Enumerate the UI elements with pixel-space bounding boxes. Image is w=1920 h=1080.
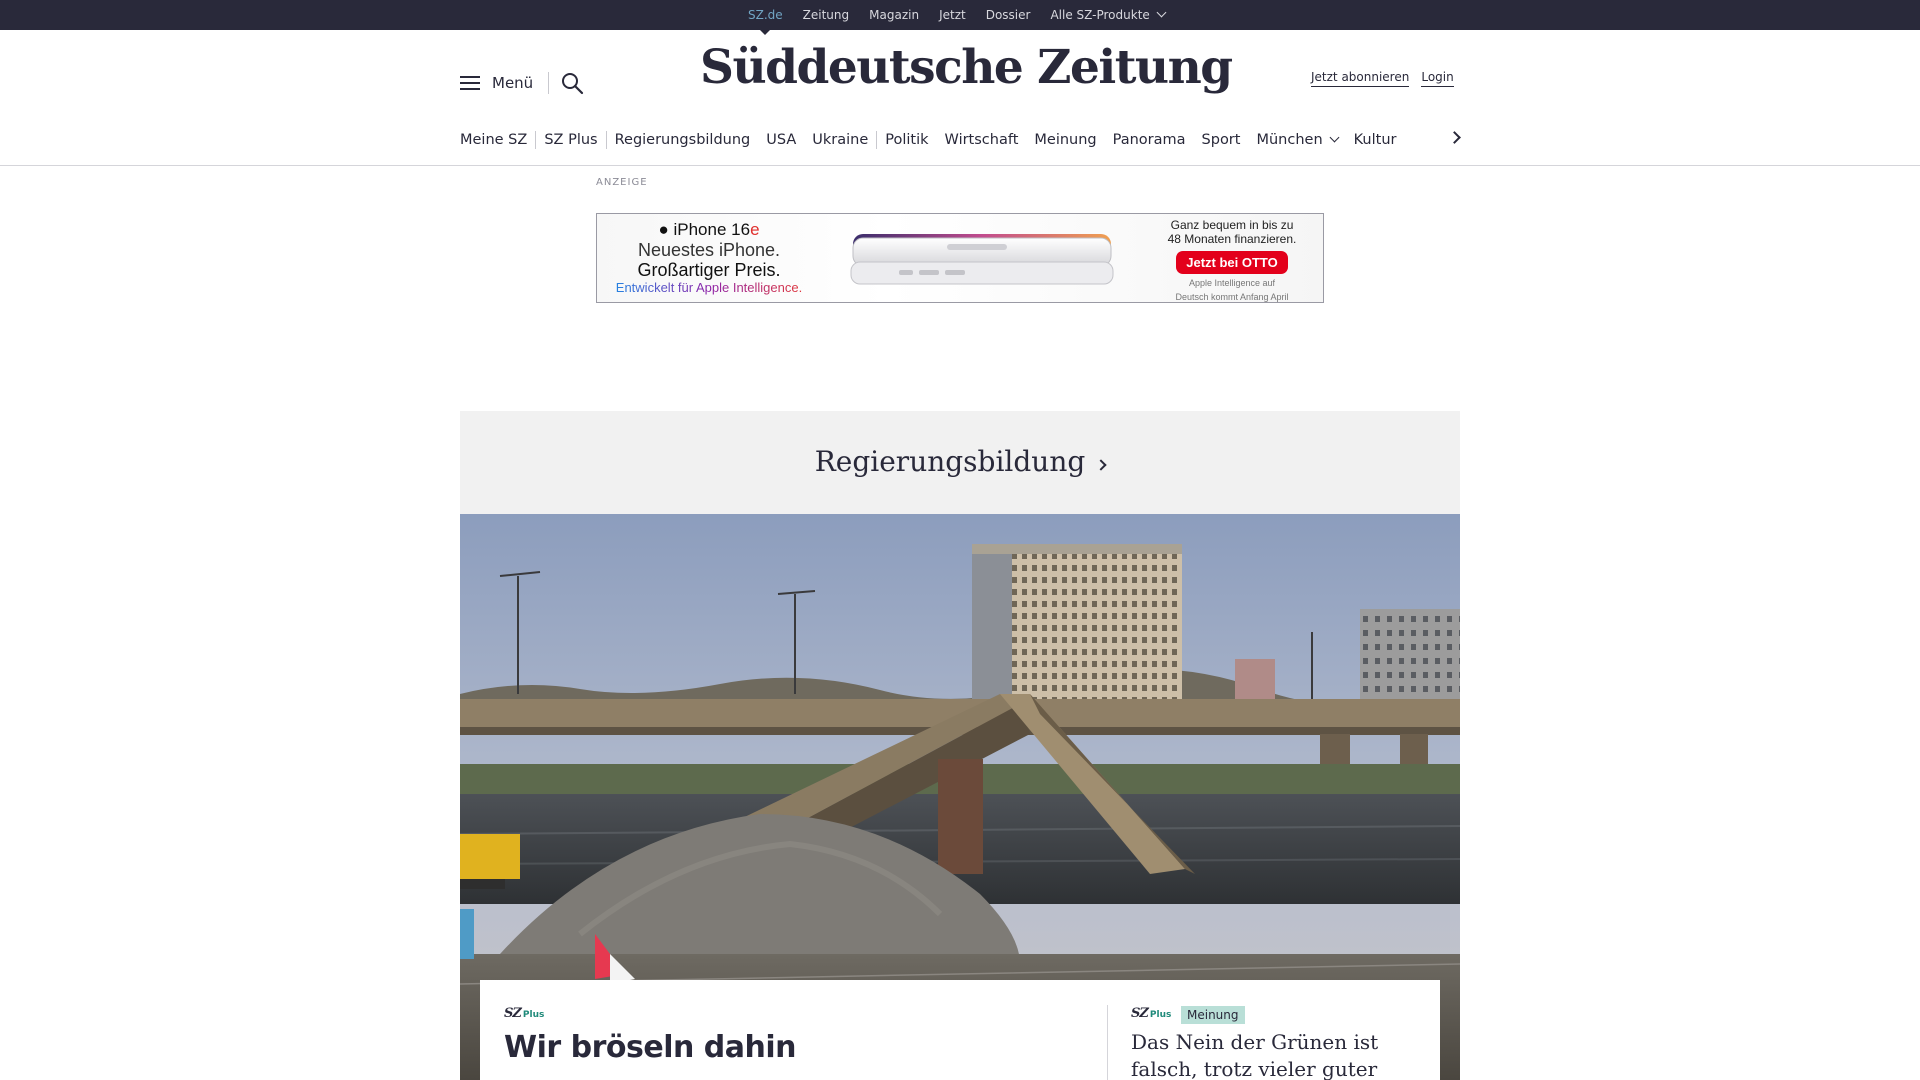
ad-finance-1: Ganz bequem in bis zu <box>1170 218 1294 232</box>
sz-plus-logo-plus: Plus <box>1149 1010 1172 1020</box>
nav-item-panorama[interactable]: Panorama <box>1113 132 1186 148</box>
nav-item-meine-sz[interactable]: Meine SZ <box>460 132 527 148</box>
ad-note-1: Apple Intelligence auf <box>1188 278 1276 288</box>
apple-logo-icon: ● <box>658 220 669 239</box>
nav-item-sz-plus[interactable]: SZ Plus <box>544 132 597 148</box>
nav-item-muenchen[interactable]: München <box>1256 132 1340 148</box>
search-icon[interactable] <box>560 71 584 95</box>
teaser-divider <box>1107 1005 1108 1080</box>
nav-divider-line <box>0 165 1920 166</box>
ad-product-suffix: e <box>750 220 760 239</box>
nav-divider <box>535 131 537 149</box>
main-navigation: Meine SZ SZ Plus Regierungsbildung USA U… <box>460 128 1396 152</box>
chevron-down-icon <box>1329 132 1340 142</box>
nav-divider <box>876 131 878 149</box>
top-bar: SZ.de Zeitung Magazin Jetzt Dossier Alle… <box>0 0 1920 35</box>
sz-plus-logo: SZ Plus <box>504 1006 544 1021</box>
ad-line-2: Großartiger Preis. <box>637 260 781 280</box>
sz-plus-logo-plus: Plus <box>522 1010 545 1020</box>
nav-item-regierungsbildung[interactable]: Regierungsbildung <box>615 132 751 148</box>
ad-product-name: ● iPhone 16e <box>609 220 809 240</box>
sz-plus-logo: SZ Plus <box>1131 1006 1171 1021</box>
nav-item-meinung[interactable]: Meinung <box>1034 132 1096 148</box>
topbar-link-zeitung[interactable]: Zeitung <box>803 8 849 22</box>
ad-line-3: Entwickelt für Apple Intelligence. <box>609 280 809 295</box>
account-links: Jetzt abonnieren Login <box>1311 70 1454 87</box>
topbar-link-dossier[interactable]: Dossier <box>986 8 1031 22</box>
sz-plus-logo-sz: SZ <box>504 1006 522 1021</box>
nav-item-sport[interactable]: Sport <box>1202 132 1241 148</box>
menu-label: Menü <box>492 74 534 92</box>
ad-line-1: Neuestes iPhone. <box>637 240 781 260</box>
topbar-link-all-products[interactable]: Alle SZ-Produkte <box>1050 7 1167 22</box>
teaser-side-headline[interactable]: Das Nein der Grünen ist falsch, trotz vi… <box>1131 1029 1431 1080</box>
chevron-right-icon <box>1095 459 1107 471</box>
nav-item-muenchen-label: München <box>1256 132 1323 148</box>
topic-header[interactable]: Regierungsbildung <box>460 411 1460 514</box>
phone-image <box>850 234 1114 285</box>
ad-cta-button[interactable]: Jetzt bei OTTO <box>1176 251 1288 274</box>
subscribe-link[interactable]: Jetzt abonnieren <box>1311 70 1410 87</box>
topic-title-row: Regierungsbildung <box>460 445 1460 478</box>
nav-divider <box>605 131 607 149</box>
topbar-link-jetzt[interactable]: Jetzt <box>939 8 966 22</box>
nav-item-ukraine[interactable]: Ukraine <box>812 132 868 148</box>
nav-item-wirtschaft[interactable]: Wirtschaft <box>945 132 1019 148</box>
ad-finance-2: 48 Monaten finanzieren. <box>1167 232 1297 246</box>
ad-banner[interactable]: ● iPhone 16e Neuestes iPhone. Großartige… <box>596 213 1324 303</box>
ad-label: ANZEIGE <box>596 177 648 188</box>
ad-finance-block: Ganz bequem in bis zu 48 Monaten finanzi… <box>1157 218 1307 302</box>
nav-item-usa[interactable]: USA <box>766 132 796 148</box>
topbar-link-magazin[interactable]: Magazin <box>869 8 919 22</box>
topic-title: Regierungsbildung <box>814 445 1086 478</box>
chevron-down-icon <box>1156 7 1167 18</box>
header-divider <box>548 72 549 94</box>
ad-product-label: iPhone 16 <box>673 220 751 239</box>
ad-text-block: ● iPhone 16e Neuestes iPhone. Großartige… <box>609 220 809 295</box>
site-logo[interactable]: Süddeutsche Zeitung <box>700 40 1233 95</box>
product-links: SZ.de Zeitung Magazin Jetzt Dossier Alle… <box>748 0 1167 35</box>
teaser-main-headline[interactable]: Wir bröseln dahin <box>504 1030 797 1065</box>
all-products-label: Alle SZ-Produkte <box>1050 8 1150 22</box>
sz-plus-logo-sz: SZ <box>1131 1006 1149 1021</box>
hamburger-icon <box>460 75 480 91</box>
nav-item-kultur[interactable]: Kultur <box>1354 132 1397 148</box>
login-link[interactable]: Login <box>1421 70 1454 87</box>
ad-note-2: Deutsch kommt Anfang April <box>1175 292 1289 302</box>
topbar-link-szde[interactable]: SZ.de <box>748 8 783 35</box>
opinion-badge: Meinung <box>1181 1006 1245 1024</box>
chevron-right-icon[interactable] <box>1448 131 1461 144</box>
menu-button[interactable]: Menü <box>460 70 533 96</box>
nav-item-politik[interactable]: Politik <box>885 132 928 148</box>
